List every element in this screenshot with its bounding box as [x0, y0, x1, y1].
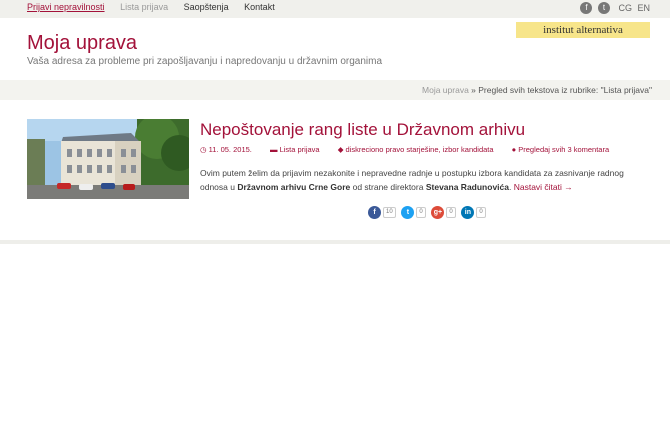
post-excerpt: Ovim putem želim da prijavim nezakonite … — [200, 166, 640, 194]
twitter-icon[interactable]: t — [597, 2, 610, 14]
social-links: f t CG EN — [580, 2, 650, 14]
share-buttons: f 10 t0 g+ 0 in 0 — [368, 206, 490, 219]
top-bar: Prijavi nepravilnosti Lista prijava Saop… — [0, 0, 670, 18]
site-title[interactable]: Moja uprava — [27, 32, 137, 55]
nav-item-lista[interactable]: Lista prijava — [120, 2, 168, 12]
linkedin-share-icon[interactable]: in — [461, 206, 475, 219]
post-tags[interactable]: ◆ diskreciono pravo starješine, izbor ka… — [338, 145, 502, 154]
nav-item-kontakt[interactable]: Kontakt — [244, 2, 275, 12]
post-thumbnail[interactable] — [27, 119, 189, 199]
twitter-share-count: 0 — [416, 207, 426, 218]
post-date: ◷ 11. 05. 2015. — [200, 145, 252, 154]
facebook-share-count: 10 — [383, 207, 396, 218]
linkedin-share-count: 0 — [476, 207, 486, 218]
google-plus-share-icon[interactable]: g+ — [431, 206, 445, 219]
lang-cg[interactable]: CG — [618, 3, 632, 13]
post-date-text: 11. 05. 2015. — [208, 145, 252, 154]
share-google-plus[interactable]: g+ 0 — [431, 206, 456, 219]
nav-item-prijavi[interactable]: Prijavi nepravilnosti — [27, 2, 105, 12]
post-meta: ◷ 11. 05. 2015. ▬ Lista prijava ◆ diskre… — [200, 145, 625, 154]
post-category-text[interactable]: Lista prijava — [280, 145, 320, 154]
breadcrumb: Moja uprava » Pregled svih tekstova iz r… — [422, 85, 652, 95]
post-title[interactable]: Nepoštovanje rang liste u Državnom arhiv… — [200, 120, 525, 140]
main-nav: Prijavi nepravilnosti Lista prijava Saop… — [27, 2, 288, 12]
excerpt-text-2: od strane direktora — [350, 182, 426, 192]
post-comments[interactable]: ● Pregledaj svih 3 komentara — [512, 145, 618, 154]
read-more-link[interactable]: Nastavi čitati → — [514, 182, 573, 192]
site-header: Moja uprava Vaša adresa za probleme pri … — [0, 18, 670, 80]
twitter-share-icon[interactable]: t — [401, 206, 415, 219]
breadcrumb-home[interactable]: Moja uprava — [422, 85, 469, 95]
google-plus-share-count: 0 — [446, 207, 456, 218]
facebook-icon[interactable]: f — [580, 2, 593, 14]
nav-item-saopstenja[interactable]: Saopštenja — [184, 2, 229, 12]
post-comments-text[interactable]: Pregledaj svih 3 komentara — [518, 145, 609, 154]
share-linkedin[interactable]: in 0 — [461, 206, 486, 219]
post-list: Nepoštovanje rang liste u Državnom arhiv… — [0, 100, 670, 244]
breadcrumb-current: Pregled svih tekstova iz rubrike: "Lista… — [478, 85, 652, 95]
building-image — [27, 119, 189, 199]
facebook-share-icon[interactable]: f — [368, 206, 381, 219]
post-tags-text[interactable]: diskreciono pravo starješine, izbor kand… — [346, 145, 494, 154]
breadcrumb-separator: » — [468, 85, 479, 95]
excerpt-bold-1: Državnom arhivu Crne Gore — [237, 182, 351, 192]
excerpt-bold-2: Stevana Radunovića — [425, 182, 509, 192]
institut-alternativa-logo[interactable]: institut alternativa — [516, 22, 650, 38]
breadcrumb-bar: Moja uprava » Pregled svih tekstova iz r… — [0, 80, 670, 100]
share-facebook[interactable]: f 10 — [368, 206, 396, 219]
share-twitter[interactable]: t0 — [401, 206, 426, 219]
post-category[interactable]: ▬ Lista prijava — [270, 145, 328, 154]
site-subtitle: Vaša adresa za probleme pri zapošljavanj… — [27, 56, 383, 67]
lang-en[interactable]: EN — [637, 3, 650, 13]
